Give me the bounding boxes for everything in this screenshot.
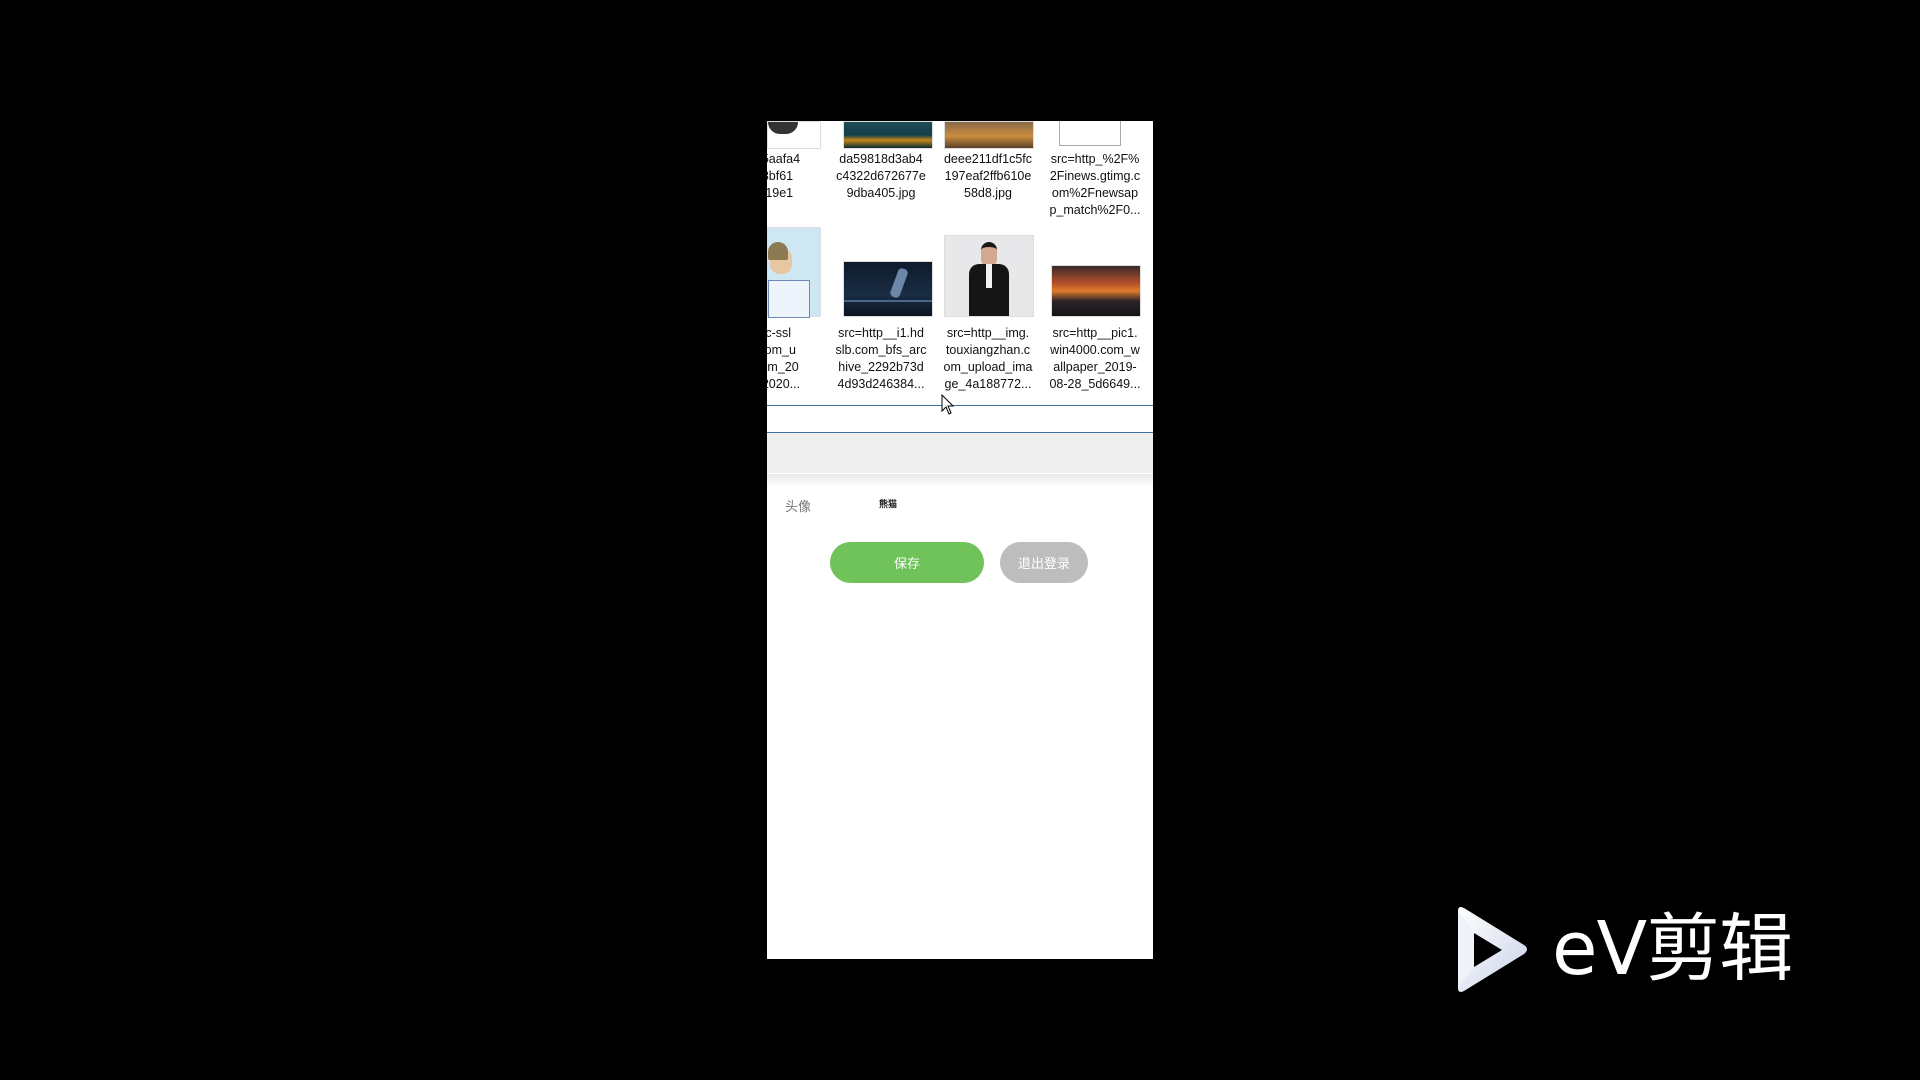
logout-button[interactable]: 退出登录 <box>1000 542 1088 583</box>
phone-screen: 2025aafa42533bf617af019e1peg da59818d3ab… <box>767 121 1153 959</box>
play-logo-icon <box>1458 907 1527 992</box>
file-thumbnail <box>843 121 933 149</box>
mouse-cursor-icon <box>941 394 955 415</box>
save-button[interactable]: 保存 <box>830 542 984 583</box>
file-name-input[interactable] <box>767 405 1153 433</box>
file-name: src=http__pic1. win4000.com_w allpaper_201… <box>1049 326 1141 391</box>
dialog-footer-bar <box>767 433 1153 473</box>
image-file-picker: 2025aafa42533bf617af019e1peg da59818d3ab… <box>767 121 1153 473</box>
ev-watermark: eV剪辑 <box>1450 905 1830 995</box>
file-name: src=http__i1.hd slb.com_bfs_arc hive_2292b… <box>835 326 927 391</box>
avatar-label: 头像 <box>785 500 812 515</box>
file-name: deee211df1c5fc 197eaf2ffb610e 58d8.jpg <box>943 152 1033 200</box>
file-thumbnail <box>944 121 1034 149</box>
file-thumbnail <box>1051 265 1141 317</box>
file-name: src=http__img. touxiangzhan.c om_upload_im… <box>943 326 1033 391</box>
file-name: src=http_%2F% 2Finews.gtimg.c om%2Fnewsap p… <box>1049 152 1141 217</box>
file-thumbnail <box>1059 121 1121 146</box>
avatar-image[interactable]: 熊猫 <box>879 497 897 510</box>
file-thumbnail <box>767 227 821 318</box>
file-thumbnail <box>767 121 821 149</box>
dialog-shadow <box>767 474 1153 486</box>
file-thumbnail <box>944 235 1034 317</box>
file-name: da59818d3ab4 c4322d672677e 9dba405.jpg <box>836 152 926 200</box>
file-thumbnail <box>843 261 933 317</box>
watermark-text: eV剪辑 <box>1552 906 1793 992</box>
